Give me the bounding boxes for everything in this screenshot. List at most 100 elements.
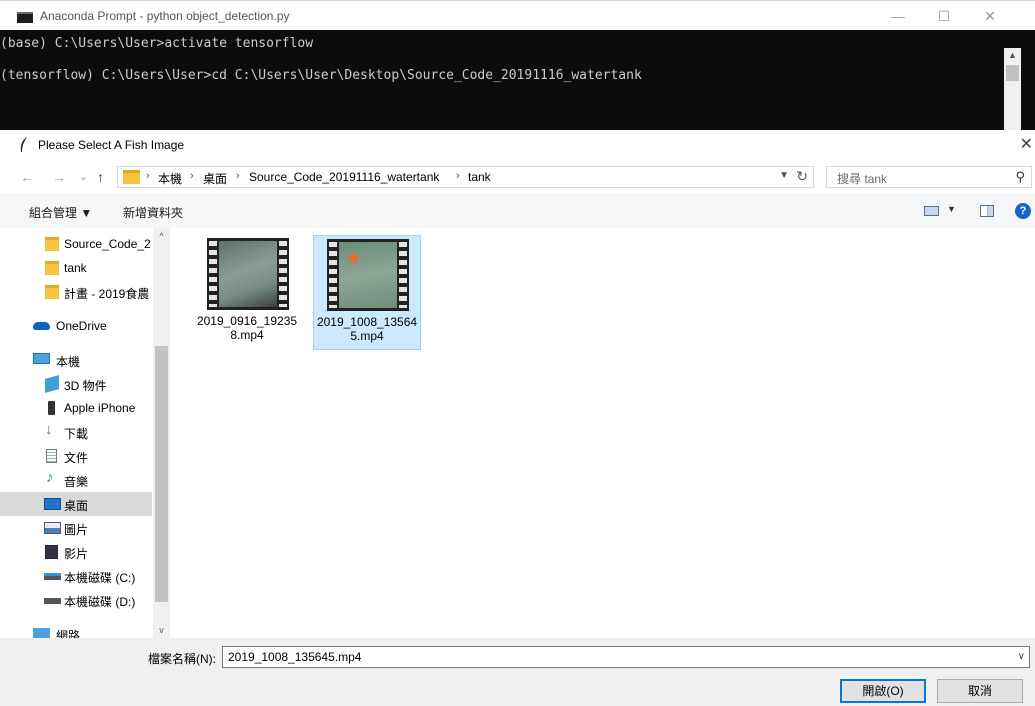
dialog-title: Please Select A Fish Image xyxy=(38,138,185,152)
maximize-button[interactable]: ☐ xyxy=(921,1,967,31)
console-titlebar: Anaconda Prompt - python object_detectio… xyxy=(0,0,1035,30)
nav-item-label: 本機磁碟 (C:) xyxy=(64,571,136,585)
nav-item-desktop[interactable]: 桌面 xyxy=(0,492,152,516)
help-icon[interactable]: ? xyxy=(1015,203,1031,219)
breadcrumb-tank[interactable]: tank xyxy=(468,170,491,184)
video-thumbnail xyxy=(207,238,289,310)
navigation-scroll-thumb[interactable] xyxy=(155,346,168,602)
music-icon: ♪ xyxy=(46,469,54,486)
file-item[interactable]: 2019_0916_192358.mp4 xyxy=(194,235,302,350)
console-title: Anaconda Prompt - python object_detectio… xyxy=(40,9,290,23)
nav-item-apple-iphone[interactable]: Apple iPhone xyxy=(0,396,152,420)
nav-item-this-pc[interactable]: 本機 xyxy=(0,348,152,372)
console-line: (tensorflow) C:\Users\User>cd C:\Users\U… xyxy=(0,68,642,83)
nav-item-label: 網路 xyxy=(56,629,81,638)
minimize-button[interactable]: — xyxy=(875,1,921,31)
video-thumbnail xyxy=(327,239,409,311)
console-output[interactable]: (base) C:\Users\User>activate tensorflow… xyxy=(0,30,1035,130)
organize-menu[interactable]: 組合管理 ▼ xyxy=(29,204,92,221)
nav-item-tank[interactable]: tank xyxy=(0,256,152,280)
chevron-down-icon[interactable]: ∨ xyxy=(1018,651,1025,662)
search-input[interactable]: 搜尋 tank xyxy=(837,170,887,187)
nav-item-label: 下載 xyxy=(64,427,89,441)
scroll-up-icon[interactable]: ▲ xyxy=(1004,48,1021,63)
file-name: 2019_1008_135645.mp4 xyxy=(316,315,418,343)
nav-item-network[interactable]: 網路 xyxy=(0,622,152,638)
navigation-scrollbar[interactable]: ^ v xyxy=(153,228,170,638)
feather-icon xyxy=(20,137,27,152)
breadcrumb-this-pc[interactable]: 本機 xyxy=(158,170,182,187)
nav-item-label: 本機磁碟 (D:) xyxy=(64,595,136,609)
nav-item-label: 影片 xyxy=(64,547,89,561)
nav-item-videos[interactable]: 影片 xyxy=(0,540,152,564)
nav-item-onedrive[interactable]: OneDrive xyxy=(0,314,152,338)
cancel-button[interactable]: 取消 xyxy=(937,679,1023,703)
file-open-dialog: Please Select A Fish Image ✕ ← → ⌄ ↑ › 本… xyxy=(0,130,1035,706)
preview-pane-icon[interactable] xyxy=(980,205,994,217)
folder-icon xyxy=(45,237,59,251)
file-list: 2019_0916_192358.mp4 2019_1008_135645.mp… xyxy=(171,228,1035,638)
dialog-titlebar: Please Select A Fish Image ✕ xyxy=(0,130,1035,160)
breadcrumb-separator: › xyxy=(146,170,150,182)
filename-field[interactable]: 2019_1008_135645.mp4 ∨ xyxy=(222,646,1030,668)
breadcrumb-separator: › xyxy=(190,170,194,182)
address-dropdown-icon[interactable]: ▼ xyxy=(779,170,789,181)
scroll-down-icon[interactable]: v xyxy=(153,622,170,638)
file-name: 2019_0916_192358.mp4 xyxy=(196,314,298,342)
nav-item-project[interactable]: 計畫 - 2019食農 xyxy=(0,280,152,304)
nav-item-pictures[interactable]: 圖片 xyxy=(0,516,152,540)
search-icon[interactable]: ⚲ xyxy=(1015,169,1025,185)
3d-objects-icon xyxy=(45,375,59,393)
nav-item-label: OneDrive xyxy=(56,319,107,333)
console-scroll-thumb[interactable] xyxy=(1006,65,1019,81)
nav-item-3d-objects[interactable]: 3D 物件 xyxy=(0,372,152,396)
filename-label: 檔案名稱(N): xyxy=(148,652,216,666)
console-scrollbar[interactable]: ▲ xyxy=(1004,48,1021,130)
nav-item-label: 本機 xyxy=(56,355,81,369)
onedrive-icon xyxy=(33,322,50,330)
console-close-button[interactable]: ✕ xyxy=(967,1,1013,31)
search-box[interactable]: 搜尋 tank ⚲ xyxy=(826,166,1032,188)
nav-item-label: 計畫 - 2019食農 xyxy=(64,287,150,301)
navigation-pane: Source_Code_2 tank 計畫 - 2019食農 OneDrive … xyxy=(0,228,170,638)
videos-icon xyxy=(45,545,58,559)
open-button[interactable]: 開啟(O) xyxy=(840,679,926,703)
console-app-icon xyxy=(17,12,33,23)
recent-locations-icon[interactable]: ⌄ xyxy=(79,170,88,183)
nav-item-drive-c[interactable]: 本機磁碟 (C:) xyxy=(0,564,152,588)
refresh-icon[interactable]: ↻ xyxy=(796,168,808,185)
nav-item-downloads[interactable]: ↓ 下載 xyxy=(0,420,152,444)
phone-icon xyxy=(48,401,55,415)
forward-arrow-icon[interactable]: → xyxy=(52,169,66,185)
command-bar: 組合管理 ▼ 新增資料夾 ▼ ? xyxy=(0,194,1035,228)
view-options-icon[interactable] xyxy=(924,206,939,216)
breadcrumb-source-code[interactable]: Source_Code_20191116_watertank xyxy=(249,170,439,184)
folder-icon xyxy=(123,170,140,184)
folder-icon xyxy=(45,285,59,299)
navigation-bar: ← → ⌄ ↑ › 本機 › 桌面 › Source_Code_20191116… xyxy=(0,160,1035,194)
dialog-close-button[interactable]: ✕ xyxy=(1020,134,1033,154)
nav-item-source-code[interactable]: Source_Code_2 xyxy=(0,232,152,256)
nav-item-music[interactable]: ♪ 音樂 xyxy=(0,468,152,492)
nav-item-label: Source_Code_2 xyxy=(64,237,151,251)
view-dropdown-icon[interactable]: ▼ xyxy=(947,204,956,214)
back-arrow-icon[interactable]: ← xyxy=(20,169,34,185)
computer-icon xyxy=(33,353,50,364)
console-window: Anaconda Prompt - python object_detectio… xyxy=(0,0,1035,130)
nav-item-label: 文件 xyxy=(64,451,89,465)
nav-item-label: 3D 物件 xyxy=(64,379,107,393)
file-item-selected[interactable]: 2019_1008_135645.mp4 xyxy=(313,235,421,350)
network-icon xyxy=(33,628,50,638)
nav-item-drive-d[interactable]: 本機磁碟 (D:) xyxy=(0,588,152,612)
nav-item-documents[interactable]: 文件 xyxy=(0,444,152,468)
drive-d-icon xyxy=(44,598,61,604)
new-folder-button[interactable]: 新增資料夾 xyxy=(123,204,183,221)
scroll-up-icon[interactable]: ^ xyxy=(153,228,170,244)
breadcrumb-desktop[interactable]: 桌面 xyxy=(203,170,227,187)
filename-input[interactable]: 2019_1008_135645.mp4 xyxy=(228,650,361,664)
nav-item-label: tank xyxy=(64,261,87,275)
breadcrumb-separator: › xyxy=(236,170,240,182)
address-bar[interactable]: › 本機 › 桌面 › Source_Code_20191116_waterta… xyxy=(117,166,814,188)
dialog-footer: 檔案名稱(N): 2019_1008_135645.mp4 ∨ 開啟(O) 取消 xyxy=(0,638,1035,706)
up-folder-icon[interactable]: ↑ xyxy=(97,169,104,185)
